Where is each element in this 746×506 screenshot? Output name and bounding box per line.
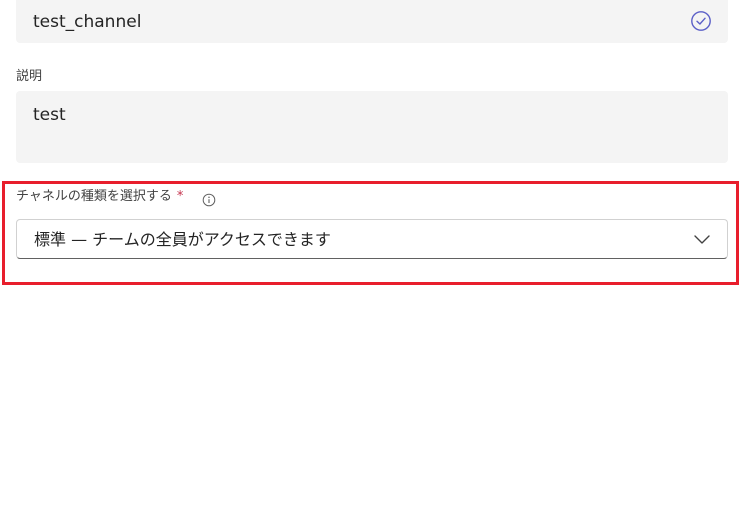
info-icon[interactable]	[202, 193, 216, 207]
channel-type-dropdown[interactable]: 標準 — チームの全員がアクセスできます	[16, 219, 728, 259]
description-value: test	[33, 105, 66, 125]
description-field[interactable]: test	[16, 91, 728, 163]
channel-type-label-text: チャネルの種類を選択する	[16, 189, 172, 204]
channel-type-selected-value: 標準 — チームの全員がアクセスできます	[34, 230, 331, 249]
channel-name-value: test_channel	[33, 12, 142, 32]
required-marker: *	[176, 189, 184, 204]
channel-name-field[interactable]: test_channel	[16, 0, 728, 43]
description-label: 説明	[16, 69, 43, 84]
checkmark-circle-icon	[691, 11, 711, 31]
channel-type-label: チャネルの種類を選択する *	[16, 189, 183, 205]
chevron-down-icon	[694, 235, 710, 244]
